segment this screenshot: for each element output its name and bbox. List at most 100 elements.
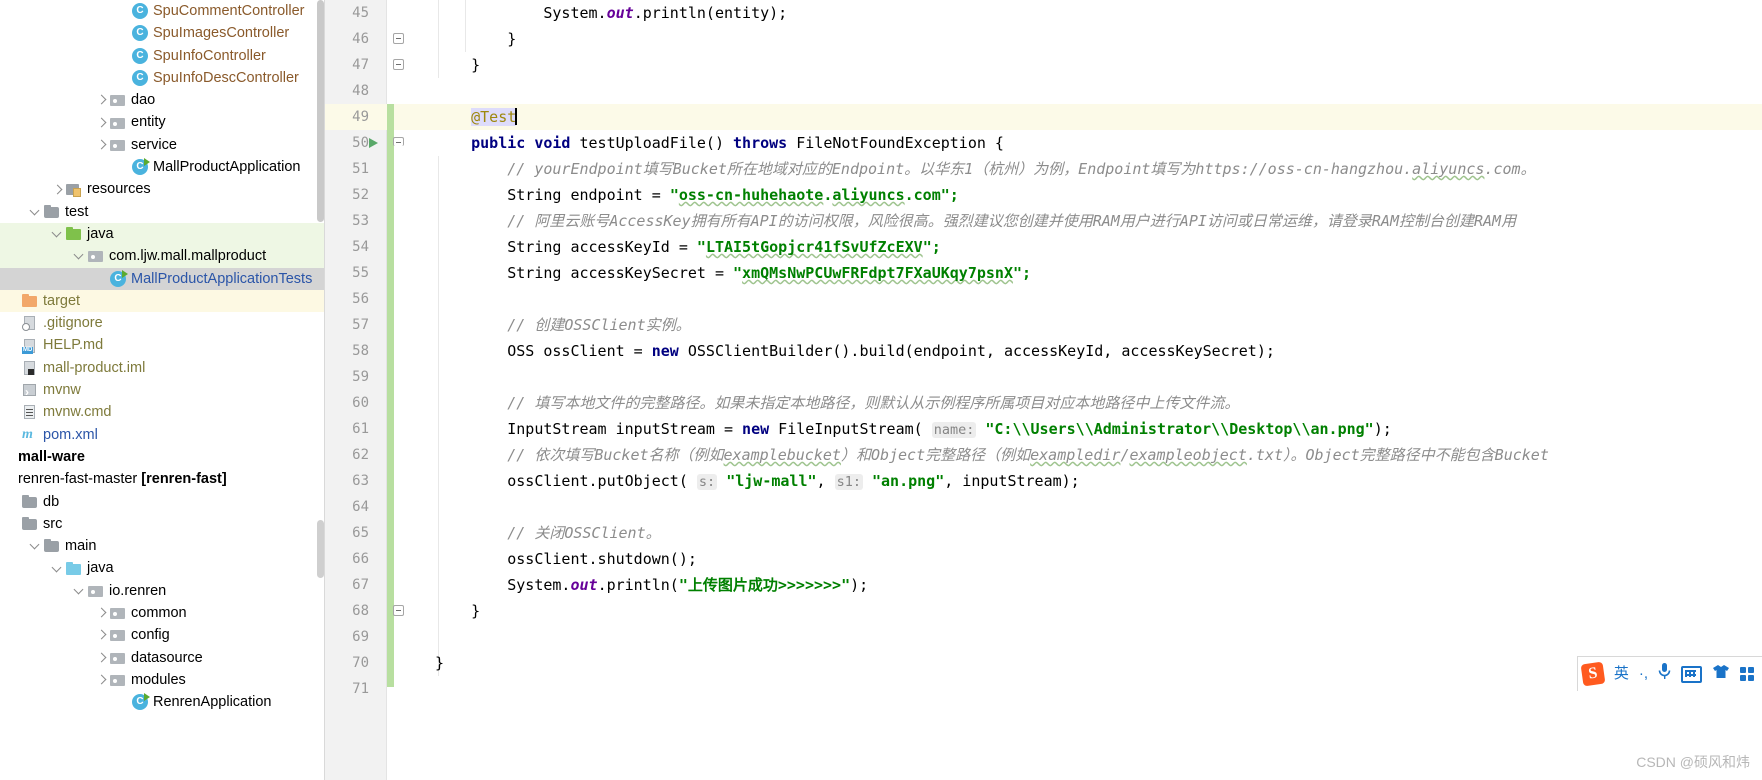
tree-item[interactable]: entity	[0, 111, 325, 133]
code-text[interactable]: }	[435, 26, 516, 52]
skin-icon[interactable]	[1712, 664, 1730, 685]
code-line[interactable]: 67 System.out.println("上传图片成功>>>>>>>");	[325, 572, 1762, 598]
code-line[interactable]: 53 // 阿里云账号AccessKey拥有所有API的访问权限，风险很高。强烈…	[325, 208, 1762, 234]
tree-item[interactable]: renren-fast-master [renren-fast]	[0, 468, 325, 490]
chevron-right-icon[interactable]	[94, 669, 110, 691]
tree-item[interactable]: db	[0, 491, 325, 513]
tree-item[interactable]: RenrenApplication	[0, 691, 325, 713]
tree-item[interactable]: resources	[0, 178, 325, 200]
code-line[interactable]: 68 }	[325, 598, 1762, 624]
chevron-down-icon[interactable]	[72, 245, 88, 267]
sogou-ime-toolbar[interactable]: S 英 ·,	[1576, 656, 1762, 691]
tree-item[interactable]: .gitignore	[0, 312, 325, 334]
code-line[interactable]: 69	[325, 624, 1762, 650]
code-line[interactable]: 57 // 创建OSSClient实例。	[325, 312, 1762, 338]
code-text[interactable]: // 关闭OSSClient。	[435, 520, 660, 546]
code-text[interactable]: ossClient.putObject( s: "ljw-mall", s1: …	[435, 468, 1080, 495]
toolbox-icon[interactable]	[1740, 667, 1756, 681]
code-line[interactable]: 58 OSS ossClient = new OSSClientBuilder(…	[325, 338, 1762, 364]
code-text[interactable]: ossClient.shutdown();	[435, 546, 697, 572]
code-line[interactable]: 71	[325, 676, 1762, 702]
code-line[interactable]: 60 // 填写本地文件的完整路径。如果未指定本地路径，则默认从示例程序所属项目…	[325, 390, 1762, 416]
tree-item[interactable]: SpuCommentController	[0, 0, 325, 22]
code-text[interactable]: // 阿里云账号AccessKey拥有所有API的访问权限，风险很高。强烈建议您…	[435, 208, 1516, 234]
tree-item[interactable]: SpuInfoController	[0, 45, 325, 67]
voice-input-icon[interactable]	[1658, 662, 1671, 686]
tree-item[interactable]: java	[0, 222, 325, 246]
sogou-logo-icon[interactable]: S	[1580, 661, 1606, 687]
chevron-right-icon[interactable]	[94, 602, 110, 624]
code-line[interactable]: 51 // yourEndpoint填写Bucket所在地域对应的Endpoin…	[325, 156, 1762, 182]
tree-item[interactable]: main	[0, 535, 325, 557]
code-text[interactable]: System.out.println(entity);	[435, 0, 787, 26]
code-fold-icon[interactable]	[393, 137, 404, 146]
code-line[interactable]: 50 public void testUploadFile() throws F…	[325, 130, 1762, 156]
vcs-change-marker[interactable]	[387, 104, 394, 687]
tree-item[interactable]: modules	[0, 669, 325, 691]
code-text[interactable]: public void testUploadFile() throws File…	[435, 130, 1004, 156]
tree-item[interactable]: SpuImagesController	[0, 22, 325, 44]
language-mode-icon[interactable]: 英	[1614, 664, 1629, 684]
tree-item[interactable]: pom.xml	[0, 424, 325, 446]
code-text[interactable]: }	[435, 650, 444, 676]
code-line[interactable]: 66 ossClient.shutdown();	[325, 546, 1762, 572]
code-text[interactable]: }	[435, 52, 480, 78]
code-text[interactable]: InputStream inputStream = new FileInputS…	[435, 416, 1392, 443]
chevron-down-icon[interactable]	[28, 535, 44, 557]
editor-pane[interactable]: 45 System.out.println(entity); 46 } 47 } 48…	[325, 0, 1762, 780]
code-line[interactable]: 48	[325, 78, 1762, 104]
chevron-right-icon[interactable]	[94, 624, 110, 646]
punctuation-icon[interactable]: ·,	[1639, 664, 1648, 684]
sidebar-scrollbar-marker[interactable]	[317, 520, 324, 578]
code-text[interactable]: String endpoint = "oss-cn-huhehaote.aliy…	[435, 182, 959, 208]
chevron-down-icon[interactable]	[28, 201, 44, 223]
tree-item[interactable]: common	[0, 602, 325, 624]
tree-item[interactable]: java	[0, 557, 325, 579]
code-line[interactable]: 65 // 关闭OSSClient。	[325, 520, 1762, 546]
project-tree[interactable]: SpuCommentController SpuImagesController S…	[0, 0, 325, 714]
code-text[interactable]: @Test	[435, 104, 518, 130]
code-line[interactable]: 63 ossClient.putObject( s: "ljw-mall", s…	[325, 468, 1762, 494]
code-line[interactable]: 61 InputStream inputStream = new FileInp…	[325, 416, 1762, 442]
tree-item[interactable]: test	[0, 201, 325, 223]
tree-item[interactable]: io.renren	[0, 580, 325, 602]
code-text[interactable]: // 依次填写Bucket名称（例如examplebucket）和Object完…	[435, 442, 1549, 468]
chevron-right-icon[interactable]	[94, 647, 110, 669]
chevron-right-icon[interactable]	[94, 112, 110, 134]
project-tool-window[interactable]: SpuCommentController SpuImagesController S…	[0, 0, 325, 780]
tree-item[interactable]: dao	[0, 89, 325, 111]
code-text[interactable]: String accessKeyId = "LTAI5tGopjcr41fSvU…	[435, 234, 941, 260]
code-line[interactable]: 59	[325, 364, 1762, 390]
tree-item[interactable]: mall-product.iml	[0, 357, 325, 379]
tree-item[interactable]: mall-ware	[0, 446, 325, 468]
code-line[interactable]: 64	[325, 494, 1762, 520]
code-text[interactable]: System.out.println("上传图片成功>>>>>>>");	[435, 572, 868, 598]
tree-item[interactable]: datasource	[0, 647, 325, 669]
tree-item[interactable]: target	[0, 289, 325, 313]
code-text[interactable]: // 创建OSSClient实例。	[435, 312, 690, 338]
tree-item[interactable]: com.ljw.mall.mallproduct	[0, 245, 325, 268]
keyboard-icon[interactable]	[1681, 665, 1702, 683]
code-line[interactable]: 55 String accessKeySecret = "xmQMsNwPCUw…	[325, 260, 1762, 286]
chevron-right-icon[interactable]	[94, 89, 110, 111]
tree-item[interactable]: MallProductApplication	[0, 156, 325, 178]
code-text[interactable]: OSS ossClient = new OSSClientBuilder().b…	[435, 338, 1275, 364]
code-fold-icon[interactable]	[393, 33, 404, 44]
code-line[interactable]: 62 // 依次填写Bucket名称（例如examplebucket）和Obje…	[325, 442, 1762, 468]
tree-item[interactable]: service	[0, 134, 325, 156]
code-line[interactable]: 56	[325, 286, 1762, 312]
chevron-down-icon[interactable]	[72, 580, 88, 602]
tree-item[interactable]: MallProductApplicationTests	[0, 267, 325, 290]
tree-item[interactable]: mvnw	[0, 379, 325, 403]
tree-item[interactable]: src	[0, 513, 325, 535]
code-line[interactable]: 49 @Test	[325, 104, 1762, 130]
code-line[interactable]: 46 }	[325, 26, 1762, 52]
chevron-right-icon[interactable]	[94, 134, 110, 156]
code-text[interactable]: String accessKeySecret = "xmQMsNwPCUwFRF…	[435, 260, 1031, 286]
code-line[interactable]: 70}	[325, 650, 1762, 676]
code-line[interactable]: 52 String endpoint = "oss-cn-huhehaote.a…	[325, 182, 1762, 208]
code-text[interactable]: // 填写本地文件的完整路径。如果未指定本地路径，则默认从示例程序所属项目对应本…	[435, 390, 1239, 416]
code-text[interactable]: }	[435, 598, 480, 624]
tree-item[interactable]: config	[0, 624, 325, 646]
sidebar-scrollbar-thumb[interactable]	[317, 0, 324, 222]
